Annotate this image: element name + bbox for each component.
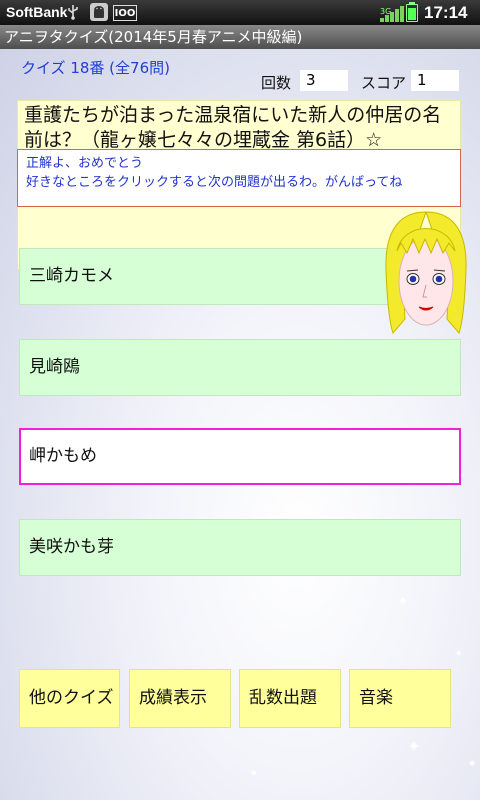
score-label: スコア xyxy=(361,74,407,92)
feedback-message: 正解よ、おめでとう 好きなところをクリックすると次の問題が出るわ。がんばってね xyxy=(17,149,461,207)
question-text: 重護たちが泊まった温泉宿にいた新人の仲居の名前は？（龍ヶ嬢七々々の埋蔵金 第6話… xyxy=(24,104,442,151)
battery-icon xyxy=(406,2,418,22)
show-results-button[interactable]: 成績表示 xyxy=(129,669,231,728)
sparkle-decoration: ✦ xyxy=(250,769,258,779)
notification-badge: IOO xyxy=(113,5,137,21)
sparkle-decoration: ✦ xyxy=(455,649,463,659)
android-debug-icon xyxy=(90,3,108,21)
score-value: 1 xyxy=(411,70,459,91)
answer-option-4[interactable]: 美咲かも芽 xyxy=(19,519,461,576)
count-value: 3 xyxy=(300,70,348,91)
feedback-line-2: 好きなところをクリックすると次の問題が出るわ。がんばってね xyxy=(26,175,403,190)
quiz-progress-label: クイズ 18番 (全76問) xyxy=(21,59,170,77)
status-clock: 17:14 xyxy=(424,3,468,22)
quiz-screen[interactable]: ✦ ✦ ✦ ✦ ✦ ✦ ✦ ✦ クイズ 18番 (全76問) 回数 3 スコア … xyxy=(0,49,480,800)
usb-icon xyxy=(66,3,80,21)
sparkle-decoration: ✦ xyxy=(408,739,420,755)
avatar-girl xyxy=(385,211,467,334)
app-title: アニヲタクイズ(2014年5月春アニメ中級編) xyxy=(0,25,480,49)
sparkle-decoration: ✦ xyxy=(398,594,409,608)
feedback-line-1: 正解よ、おめでとう xyxy=(26,156,144,171)
answer-option-3-selected[interactable]: 岬かもめ xyxy=(19,428,461,485)
carrier-name: SoftBank xyxy=(6,4,68,20)
signal-icon xyxy=(380,6,404,22)
answer-option-2[interactable]: 見崎鴎 xyxy=(19,339,461,396)
music-button[interactable]: 音楽 xyxy=(349,669,451,728)
other-quiz-button[interactable]: 他のクイズ xyxy=(19,669,120,728)
sparkle-decoration: ✦ xyxy=(468,759,477,770)
count-label: 回数 xyxy=(261,74,292,92)
random-question-button[interactable]: 乱数出題 xyxy=(239,669,341,728)
status-bar: SoftBank IOO 3G 17:14 xyxy=(0,0,480,25)
